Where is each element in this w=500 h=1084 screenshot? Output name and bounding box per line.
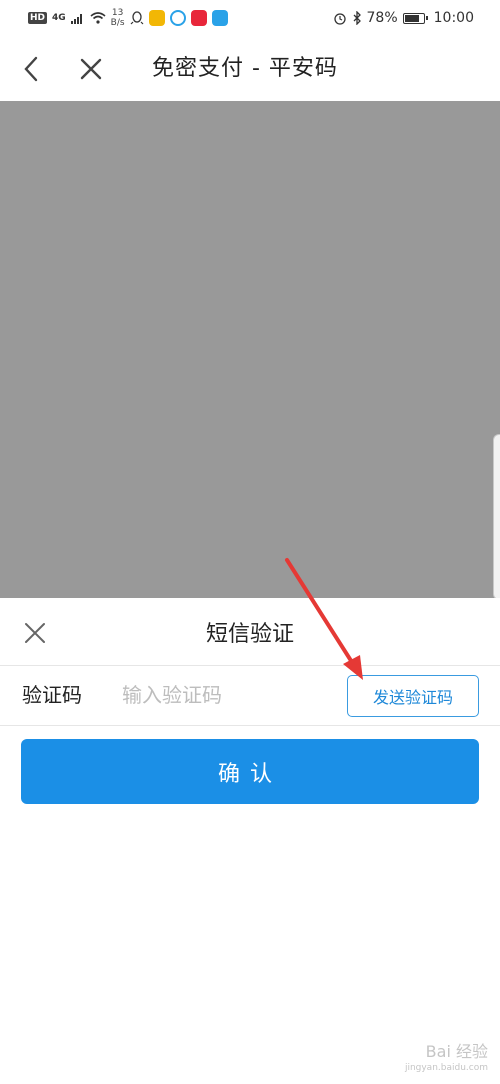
chevron-left-icon — [24, 56, 38, 82]
clock: 10:00 — [433, 10, 474, 26]
status-right: 78% 10:00 — [333, 10, 474, 26]
close-page-button[interactable] — [76, 54, 106, 84]
page-title: 免密支付 - 平安码 — [152, 56, 338, 81]
verification-code-label: 验证码 — [22, 683, 82, 707]
close-icon — [80, 58, 102, 80]
status-left: HD 4G 13 B/s — [28, 8, 228, 28]
game-app-icon — [148, 10, 165, 26]
verification-code-row: 验证码 发送验证码 — [0, 666, 500, 726]
sheet-title: 短信验证 — [205, 622, 294, 647]
wifi-icon — [90, 12, 106, 24]
battery-icon — [402, 12, 428, 24]
sheet-header: 短信验证 — [0, 598, 500, 666]
confirm-button[interactable]: 确认 — [21, 739, 479, 804]
qq-icon — [130, 11, 144, 25]
verification-code-input[interactable] — [122, 676, 332, 714]
alarm-icon — [333, 13, 346, 25]
watermark-text: Bai 经验 — [425, 1042, 488, 1061]
sms-verification-sheet: 短信验证 验证码 发送验证码 确认 — [0, 598, 500, 1084]
scroll-handle[interactable] — [493, 434, 500, 600]
send-code-button[interactable]: 发送验证码 — [347, 675, 479, 717]
map-app-icon — [211, 10, 228, 26]
hd-badge: HD — [28, 12, 48, 24]
signal-icon — [70, 14, 82, 24]
nav-bar: 免密支付 - 平安码 — [0, 36, 500, 101]
net-speed-value: 13 — [111, 8, 124, 18]
battery-percent: 78% — [366, 10, 398, 26]
net-speed-unit: B/s — [110, 18, 125, 28]
watermark-url: jingyan.baidu.com — [404, 1063, 488, 1073]
bluetooth-icon — [353, 11, 361, 25]
net-speed: 13 B/s — [111, 8, 125, 28]
status-bar: HD 4G 13 B/s 78% 10:00 — [0, 0, 500, 36]
watermark: Bai 经验 jingyan.baidu.com — [405, 1044, 488, 1076]
modal-overlay[interactable] — [0, 101, 500, 598]
network-type: 4G — [52, 13, 66, 23]
back-button[interactable] — [16, 54, 46, 84]
browser-app-icon — [169, 10, 186, 26]
shopping-app-icon — [190, 10, 207, 26]
